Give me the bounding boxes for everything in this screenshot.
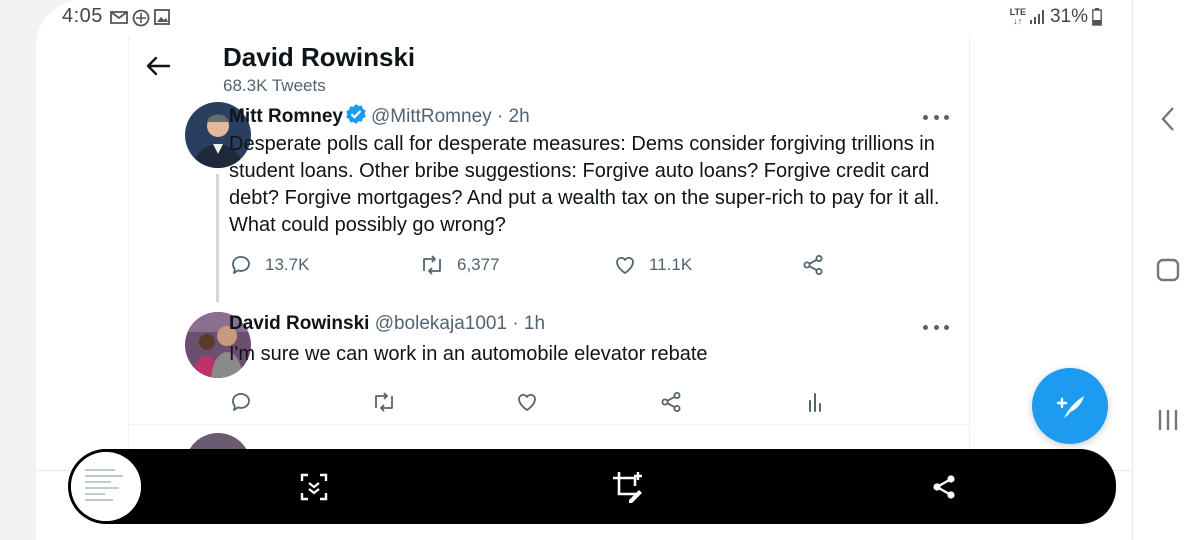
app-notification-icon	[132, 9, 150, 27]
comment-icon	[232, 393, 250, 411]
share-button[interactable]	[801, 253, 825, 277]
tweet-time: · 1h	[512, 313, 546, 334]
gmail-icon	[110, 11, 128, 24]
status-right: LTE ↓↑ 31%	[1010, 6, 1102, 28]
share-icon	[661, 392, 681, 412]
analytics-button[interactable]	[803, 390, 827, 414]
tweet-time: · 2h	[496, 106, 530, 127]
scroll-capture-button[interactable]	[294, 467, 334, 507]
crop-edit-icon	[613, 472, 642, 503]
image-icon	[154, 9, 170, 25]
retweet-button[interactable]: 6,377	[419, 253, 500, 277]
back-nav-button[interactable]	[1152, 103, 1184, 135]
status-bar: 4:05 LTE ↓↑ 31%	[36, 0, 1132, 36]
reply-button[interactable]	[229, 390, 253, 414]
author-handle[interactable]: @MittRomney	[371, 106, 492, 127]
share-icon	[933, 475, 955, 499]
notification-icons	[110, 9, 170, 27]
author-name[interactable]: David Rowinski	[229, 313, 369, 334]
comment-icon	[232, 256, 250, 274]
profile-header: David Rowinski 68.3K Tweets	[129, 36, 971, 100]
like-button[interactable]: 11.1K	[613, 253, 692, 277]
reply-button[interactable]: 13.7K	[229, 253, 309, 277]
crop-edit-button[interactable]	[608, 467, 648, 507]
battery-icon	[1092, 8, 1102, 26]
thread-connector	[216, 174, 219, 302]
author-handle[interactable]: @bolekaja1001	[375, 313, 507, 334]
page-title: David Rowinski	[223, 42, 416, 72]
screenshot-thumbnail[interactable]	[68, 449, 144, 524]
tweet-count: 68.3K Tweets	[223, 76, 326, 95]
like-count: 11.1K	[649, 255, 693, 274]
retweet-icon	[375, 392, 393, 412]
screenshot-toolbar	[68, 449, 1116, 524]
chevron-left-icon	[1161, 107, 1174, 131]
recents-nav-button[interactable]	[1152, 404, 1184, 436]
recents-icon	[1158, 410, 1178, 430]
tweet-actions: 13.7K 6,377 11.1K	[229, 253, 849, 283]
scroll-capture-icon	[300, 473, 328, 501]
home-square-icon	[1156, 258, 1180, 282]
share-screenshot-button[interactable]	[924, 467, 964, 507]
verified-badge-icon	[346, 104, 366, 124]
reply-count: 13.7K	[265, 255, 310, 274]
tweet-romney[interactable]: Mitt Romney @MittRomney · 2h Desperate po…	[129, 100, 971, 310]
compose-tweet-button[interactable]	[1032, 368, 1108, 444]
share-icon	[803, 255, 823, 275]
retweet-button[interactable]	[371, 390, 397, 414]
home-nav-button[interactable]	[1152, 254, 1184, 286]
heart-icon	[518, 393, 536, 411]
analytics-icon	[809, 393, 821, 412]
retweet-icon	[423, 255, 441, 275]
tweet-rowinski[interactable]: David Rowinski @bolekaja1001 · 1h I'm su…	[129, 310, 971, 424]
signal-icon	[1029, 10, 1044, 24]
arrow-left-icon	[146, 56, 171, 76]
share-button[interactable]	[659, 390, 683, 414]
lte-indicator: LTE ↓↑	[1009, 7, 1026, 26]
tweet-header: Mitt Romney @MittRomney · 2h	[229, 103, 530, 128]
back-button[interactable]	[145, 54, 177, 82]
more-options-button[interactable]	[923, 321, 949, 333]
tweet-text: Desperate polls call for desperate measu…	[229, 133, 940, 236]
tweet-actions	[229, 390, 849, 420]
battery-percent: 31%	[1049, 6, 1088, 27]
compose-feather-icon	[1056, 396, 1084, 418]
like-button[interactable]	[515, 390, 539, 414]
more-options-button[interactable]	[923, 111, 949, 123]
tweet-text: I'm sure we can work in an automobile el…	[229, 343, 708, 365]
retweet-count: 6,377	[457, 255, 500, 274]
status-time: 4:05	[62, 5, 103, 27]
author-name[interactable]: Mitt Romney	[229, 106, 343, 127]
heart-icon	[616, 256, 634, 274]
tweet-header: David Rowinski @bolekaja1001 · 1h	[229, 313, 545, 335]
